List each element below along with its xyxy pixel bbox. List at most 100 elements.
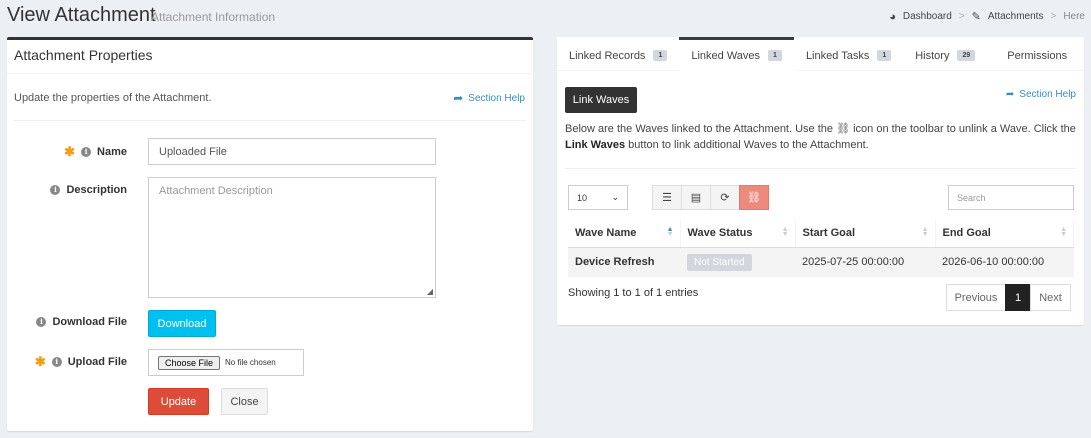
column-header-start-goal[interactable]: Start Goal ▲ ▼ — [795, 219, 936, 248]
no-file-text: No file chosen — [225, 358, 276, 367]
current-page-button[interactable]: 1 — [1005, 284, 1031, 311]
wave-status-cell: Not Started — [680, 247, 795, 277]
column-label: Wave Status — [687, 226, 753, 239]
table-row[interactable]: Device Refresh Not Started 2025-07-25 00… — [568, 247, 1074, 277]
unlink-icon: ⛓ — [836, 123, 851, 135]
linked-items-box: Linked Records 1 Linked Waves 1 Linked T… — [557, 37, 1084, 325]
required-icon: ✱ — [64, 144, 76, 159]
share-icon: ➦ — [453, 91, 464, 105]
tab-linked-waves[interactable]: Linked Waves 1 — [679, 37, 794, 71]
breadcrumb-separator: > — [1050, 11, 1057, 22]
paperclip-icon: ✎ — [971, 11, 981, 23]
breadcrumb-attachments[interactable]: Attachments — [988, 11, 1044, 22]
close-button[interactable]: Close — [221, 388, 268, 415]
upload-file-input[interactable]: Choose File No file chosen — [148, 349, 304, 376]
link-waves-button[interactable]: Link Waves — [565, 87, 637, 113]
name-input[interactable]: Uploaded File — [148, 138, 436, 165]
count-badge: 1 — [653, 50, 668, 61]
name-label: ✱ i Name — [7, 144, 127, 160]
tab-label: Linked Waves — [691, 49, 761, 62]
tab-linked-tasks[interactable]: Linked Tasks 1 — [794, 37, 903, 71]
desc-text: icon on the toolbar to unlink a Wave. Cl… — [850, 123, 1076, 135]
share-icon: ➦ — [1005, 89, 1015, 100]
choose-file-button[interactable]: Choose File — [158, 355, 221, 370]
page-title: View Attachment — [7, 4, 156, 26]
refresh-button[interactable]: ⟳ — [710, 185, 740, 210]
refresh-icon: ⟳ — [720, 192, 730, 204]
column-header-end-goal[interactable]: End Goal ▲ ▼ — [935, 219, 1074, 248]
sort-asc-icon: ▲ ▼ — [666, 226, 674, 238]
section-help-label: Section Help — [468, 92, 525, 104]
description-label-text: Description — [66, 184, 127, 196]
update-button[interactable]: Update — [148, 388, 209, 415]
sort-icon: ▲ ▼ — [921, 226, 929, 238]
search-input[interactable]: Search — [948, 185, 1074, 210]
end-goal-cell: 2026-06-10 00:00:00 — [935, 247, 1074, 277]
info-icon: i — [51, 357, 62, 367]
attachment-properties-box: Attachment Properties Update the propert… — [7, 37, 533, 431]
previous-page-button[interactable]: Previous — [946, 284, 1006, 311]
upload-file-label: ✱ i Upload File — [7, 354, 127, 370]
page-length-select[interactable]: 10 ⌄ — [568, 185, 628, 210]
resize-handle-icon[interactable]: ◢ — [427, 287, 433, 296]
pagination: Previous 1 Next — [946, 284, 1071, 311]
tab-history[interactable]: History 29 — [903, 37, 987, 71]
download-button[interactable]: Download — [148, 310, 216, 337]
desc-bold: Link Waves — [565, 139, 626, 151]
tab-label: Linked Records — [569, 49, 646, 62]
dashboard-icon: ◕ — [889, 10, 896, 23]
count-badge: 1 — [877, 50, 892, 61]
linked-waves-description: Below are the Waves linked to the Attach… — [565, 121, 1077, 153]
sort-icon: ▲ ▼ — [781, 226, 789, 238]
entries-info: Showing 1 to 1 of 1 entries — [568, 287, 699, 299]
breadcrumb-dashboard[interactable]: Dashboard — [903, 11, 952, 22]
description-textarea[interactable]: Attachment Description ◢ — [148, 177, 436, 298]
next-page-button[interactable]: Next — [1030, 284, 1071, 311]
status-badge: Not Started — [687, 253, 752, 271]
waves-table: Wave Name ▲ ▼ Wave Status ▲ ▼ Start Goal ▲… — [568, 219, 1074, 277]
section-help-link[interactable]: ➦ Section Help — [453, 91, 525, 105]
divider — [565, 168, 1076, 169]
column-label: Start Goal — [802, 226, 856, 239]
name-label-text: Name — [97, 146, 127, 158]
column-header-wave-status[interactable]: Wave Status ▲ ▼ — [680, 219, 796, 248]
divider — [14, 120, 526, 121]
count-badge: 29 — [957, 50, 976, 61]
tab-linked-records[interactable]: Linked Records 1 — [557, 37, 679, 71]
column-list-button[interactable]: ☰ — [652, 185, 682, 210]
info-icon: i — [50, 185, 61, 195]
page-subtitle: Attachment Information — [151, 10, 276, 24]
page-length-value: 10 — [577, 192, 588, 203]
desc-text: button to link additional Waves to the A… — [625, 139, 869, 151]
column-label: Wave Name — [575, 226, 637, 239]
column-header-wave-name[interactable]: Wave Name ▲ ▼ — [568, 219, 681, 248]
toolbar: ☰ ▤ ⟳ ⛓ — [652, 185, 769, 210]
help-text: Update the properties of the Attachment. — [14, 92, 212, 104]
unlink-icon: ⛓ — [747, 192, 761, 204]
divider — [7, 73, 533, 74]
breadcrumb-here: Here — [1063, 11, 1085, 22]
wave-name-cell: Device Refresh — [568, 247, 680, 277]
tab-permissions[interactable]: Permissions — [987, 37, 1079, 71]
tab-label: Permissions — [1007, 49, 1068, 62]
info-icon: i — [81, 147, 92, 157]
chevron-down-icon: ⌄ — [611, 192, 619, 202]
start-goal-cell: 2025-07-25 00:00:00 — [795, 247, 935, 277]
unlink-button[interactable]: ⛓ — [739, 185, 769, 210]
export-excel-button[interactable]: ▤ — [681, 185, 711, 210]
sort-icon: ▲ ▼ — [1060, 226, 1067, 238]
required-icon: ✱ — [34, 354, 46, 369]
download-file-label: i Download File — [7, 316, 127, 328]
description-placeholder: Attachment Description — [159, 185, 273, 197]
list-icon: ☰ — [662, 192, 672, 204]
tab-label: History — [915, 49, 950, 62]
breadcrumb-separator: > — [958, 11, 965, 22]
section-help-label: Section Help — [1019, 89, 1076, 100]
section-help-link[interactable]: ➦ Section Help — [1006, 89, 1076, 100]
breadcrumb: ◕ Dashboard > ✎ Attachments > Here — [889, 10, 1085, 24]
tab-bar: Linked Records 1 Linked Waves 1 Linked T… — [557, 37, 1084, 71]
info-icon: i — [36, 317, 47, 327]
upload-label-text: Upload File — [67, 356, 127, 368]
excel-icon: ▤ — [690, 192, 702, 204]
count-badge: 1 — [768, 50, 782, 61]
